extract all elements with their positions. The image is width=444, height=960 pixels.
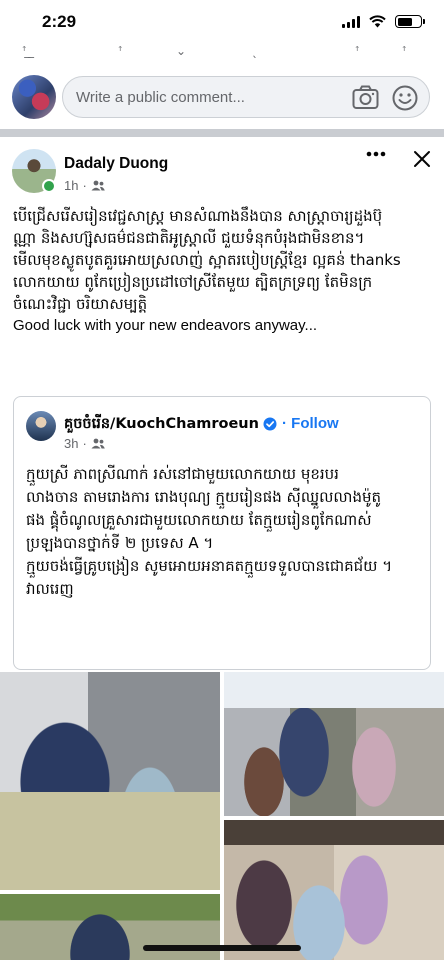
shared-text-line: ប្រឡងបានថ្នាក់ទី ២ ប្រទេស A ។ (26, 534, 214, 552)
emoji-icon[interactable] (392, 85, 418, 111)
shared-text-line: ក្មួយចង់ធ្វើគ្រូបង្រៀន សូមអោយអនាគតក្មួយទ… (26, 557, 393, 575)
wifi-icon (369, 15, 386, 28)
previous-content-clip: ꜛ ̲ ̲ ꜛ ⌄ ˎ ꜛ ꜛ (22, 46, 407, 58)
friends-icon (91, 180, 105, 191)
post-text-line: បើជ្រើសរើសរៀនវេជ្ជសាស្ត្រ មានសំណាងនឹងបាន… (13, 207, 383, 225)
more-icon[interactable] (366, 151, 386, 157)
post-text-line: លោកយាយ ពូកែប្រៀនប្រដៅចៅស្រីតែមួយ ត្បិតក្… (13, 273, 373, 291)
shared-post-meta: 3h · (64, 436, 105, 451)
follow-button[interactable]: · Follow (282, 415, 339, 432)
comment-composer: Write a public comment... (0, 66, 444, 128)
camera-icon[interactable] (352, 85, 379, 110)
post-photo[interactable] (224, 820, 444, 960)
post-header: Dadaly Duong 1h · (0, 137, 444, 199)
avatar[interactable] (12, 75, 56, 119)
post-photo[interactable] (224, 672, 444, 816)
signal-icon (342, 15, 360, 28)
shared-post-body: ក្មួយស្រី ភាពស្រីណាក់ រស់នៅជាមួយលោកយាយ ម… (26, 463, 422, 601)
post-text-line: Good luck with your new endeavors anyway… (13, 317, 318, 334)
close-icon[interactable] (413, 150, 431, 168)
friends-icon (91, 438, 105, 449)
verified-icon (263, 417, 277, 431)
shared-text-line: លាងចាន តាមរោងការ រោងបុណ្យ ក្មួយរៀនផង ស៊ី… (26, 488, 382, 506)
post-text-line: ចំណេះវិជ្ជា ចរិយាសម្បត្តិ (13, 295, 148, 313)
comment-input[interactable]: Write a public comment... (62, 76, 430, 118)
shared-post-time[interactable]: 3h (64, 436, 78, 451)
status-time: 2:29 (42, 12, 77, 31)
home-indicator (143, 945, 301, 951)
section-divider (0, 129, 444, 137)
post-text-line: មើលមុខស្លូតបូតគួរអោយស្រលាញ់ ស្អាតរបៀបស្រ… (13, 251, 401, 269)
post-time[interactable]: 1h (64, 178, 78, 193)
post-body: បើជ្រើសរើសរៀនវេជ្ជសាស្ត្រ មានសំណាងនឹងបាន… (13, 205, 433, 337)
post-text-line: ណ្ណា និងសហ្ស៊ុសធម៌ជនជាតិអូស្ត្រាលី ជួយទំ… (13, 229, 365, 247)
online-status-indicator (42, 179, 56, 193)
shared-text-line: ក្មួយស្រី ភាពស្រីណាក់ រស់នៅជាមួយលោកយាយ ម… (26, 465, 339, 483)
shared-author-avatar[interactable] (26, 411, 56, 441)
battery-icon (395, 15, 425, 28)
comment-placeholder: Write a public comment... (76, 89, 245, 106)
status-icons (342, 15, 425, 28)
shared-text-line: វាលរេញ (26, 580, 74, 598)
shared-text-line: ផង ផ្គុំចំណូលគ្រួសារជាមួយលោកយាយ តែក្មួយរ… (26, 511, 372, 529)
post-photo[interactable] (0, 672, 220, 890)
status-bar: 2:29 (0, 0, 444, 46)
post-author-name[interactable]: Dadaly Duong (64, 155, 168, 173)
shared-author-name[interactable]: គួចចំរើន/KuochChamroeun (64, 415, 259, 436)
post-meta: 1h · (64, 178, 105, 193)
shared-post-card[interactable]: គួចចំរើន/KuochChamroeun · Follow 3h · ក្… (13, 396, 431, 670)
